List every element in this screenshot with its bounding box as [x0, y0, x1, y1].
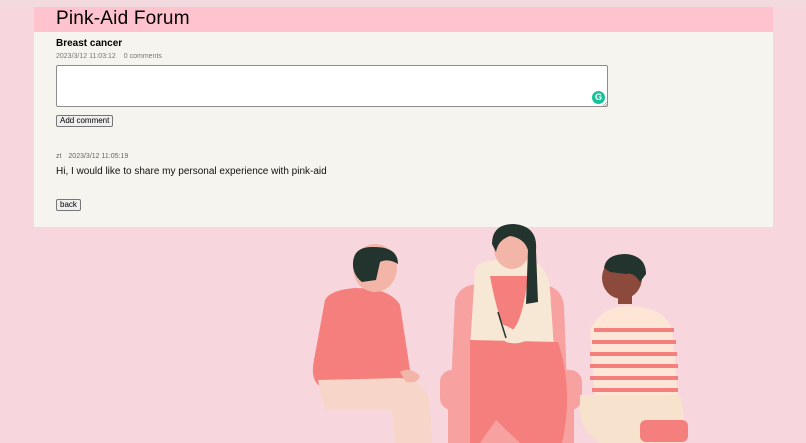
post-comment-count: 0 comments: [123, 53, 162, 60]
right-man-figure: [580, 254, 688, 443]
post-date: 2023/3/12 11:03:12: [56, 53, 116, 60]
top-band: [0, 0, 806, 7]
site-header: Pink-Aid Forum: [34, 7, 773, 32]
left-man-figure: [312, 244, 432, 443]
site-title: Pink-Aid Forum: [56, 8, 190, 29]
add-comment-button[interactable]: Add comment: [56, 115, 114, 127]
post-title: Breast cancer: [56, 38, 123, 49]
comment-textarea[interactable]: [56, 65, 608, 107]
post-card: Breast cancer 2023/3/12 11:03:12 0 comme…: [34, 32, 773, 227]
resize-grip-icon[interactable]: [602, 102, 607, 107]
counseling-illustration: [312, 224, 688, 443]
comment-meta: zt 2023/3/12 11:05:19: [56, 153, 128, 160]
comment-text: Hi, I would like to share my personal ex…: [56, 166, 327, 177]
center-woman-figure: [440, 224, 582, 443]
back-button[interactable]: back: [56, 199, 81, 211]
comment-author: zt: [56, 153, 62, 160]
comment-date: 2023/3/12 11:05:19: [68, 153, 129, 160]
post-meta: 2023/3/12 11:03:12 0 comments: [56, 53, 162, 60]
